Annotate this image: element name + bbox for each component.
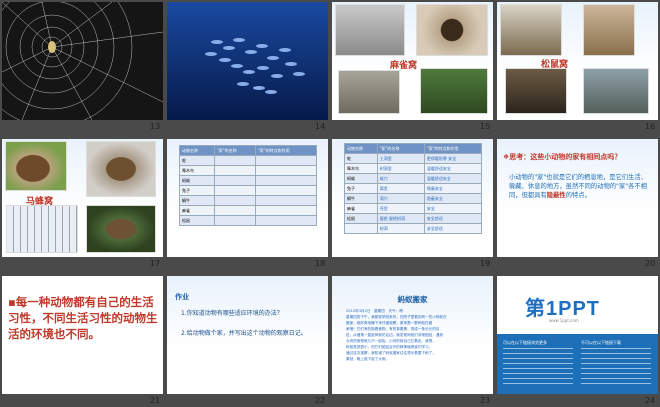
slide-number: 20 (645, 259, 656, 268)
homework-title: 作业 (175, 293, 189, 301)
table-cell: 麻雀 (344, 203, 378, 214)
slide-thumbnail-18[interactable]: 动物名称 "家"的名称 "家"的特点和作用 蛇 啄木鸟 蚂蚁 兔子 蜗牛 麻雀 … (167, 139, 328, 257)
diary-line: 果然，晚上就下起了大雨。 (346, 357, 390, 361)
slide-thumbnail-23[interactable]: 蚂蚁搬家 2010年3月2日 星期四 天气：晴 星期四的下午，我刚放学回来时，在… (332, 276, 493, 394)
links-right-list (581, 348, 651, 388)
slide-thumbnail-22[interactable]: 作业 1.你知道动物有哪些适应环境的办法？ 2.给动物做个家，并写出这个动物的观… (167, 276, 328, 394)
table-cell: 树洞 (376, 223, 425, 234)
slide-number: 13 (150, 122, 161, 131)
table-cell: 蛇 (179, 155, 215, 166)
answer-emphasis: 隐蔽性 (546, 192, 566, 199)
table-cell: 蜗牛 (179, 195, 215, 206)
sparrow-photo (338, 70, 400, 114)
table-cell: 松鼠 (179, 215, 215, 226)
slide-thumbnail-20[interactable]: ❖思考：这些小动物的家有相同点吗？ 小动物的"家"也就是它们的栖息地，是它们生活… (497, 139, 658, 257)
table-cell: 窝里 (376, 183, 425, 194)
brand-text: 第1PPT (525, 298, 601, 320)
table-cell: 洞穴 (376, 193, 425, 204)
squirrel-nest-photo (500, 4, 562, 56)
homework-q1: 1.你知道动物有哪些适应环境的办法？ (181, 310, 283, 317)
squirrel-hole-photo (583, 4, 635, 56)
slide-thumbnail-24[interactable]: 第1PPT www.1ppt.com 可以在以下链接浏览更多 不可以在以下链接下… (497, 276, 658, 394)
slide-number: 15 (480, 122, 491, 131)
slide-number: 17 (150, 259, 161, 268)
table-cell (344, 223, 378, 234)
think-answer: 小动物的"家"也就是它们的栖息地，是它们生活、躲藏、休息的地方，虽然不同的动物的… (509, 173, 653, 200)
conclusion-text: ▪每一种动物都有自己的生活习性，不同生活习性的动物生活的环境也不同。 (8, 294, 158, 342)
slide-number: 14 (315, 122, 326, 131)
habitat-table-filled: 动物名称 "家"的名称 "家"的特点和作用 蛇土洞里 更保暖防寒 安全 啄木鸟 树洞… (344, 143, 483, 234)
hornet-nest-photo-3 (86, 205, 156, 253)
spider-web-photo (2, 2, 163, 120)
brand-logo: 第1PPT (525, 292, 629, 320)
table-cell: 蚂蚁 (179, 175, 215, 186)
table-header: "家"的特点和作用 (423, 143, 483, 154)
hornet-nest-photo-1 (5, 141, 67, 191)
table-cell: 隐蔽安全 (423, 193, 483, 204)
links-right-label[interactable]: 不可以在以下链接下载 (581, 340, 621, 346)
slide-number: 18 (315, 259, 326, 268)
slide-thumbnail-21[interactable]: ▪每一种动物都有自己的生活习性，不同生活习性的动物生活的环境也不同。 (2, 276, 163, 394)
slide-number: 23 (480, 396, 491, 405)
brand-url: www.1ppt.com (549, 318, 579, 323)
hornet-nest-photo-2 (86, 141, 156, 197)
slide-thumbnail-14[interactable] (167, 2, 328, 120)
table-header: "家"的特点和作用 (254, 145, 318, 156)
table-cell: 蛇 (344, 153, 378, 164)
slide-thumbnail-19[interactable]: 动物名称 "家"的名称 "家"的特点和作用 蛇土洞里 更保暖防寒 安全 啄木鸟 树洞… (332, 139, 493, 257)
table-cell: 温暖舒适安全 (423, 163, 483, 174)
slide-number: 24 (645, 396, 656, 405)
slide-number: 21 (150, 396, 161, 405)
nest-hole-photo (416, 4, 488, 56)
slide-thumbnail-13[interactable] (2, 2, 163, 120)
table-cell: 树洞里 (376, 163, 425, 174)
bullet-icon: ▪ (8, 295, 16, 309)
footer-panel: 可以在以下链接浏览更多 不可以在以下链接下载 (497, 334, 658, 394)
slide-number: 16 (645, 122, 656, 131)
diary-body: 2010年3月2日 星期四 天气：晴 星期四的下午，我刚放学回来时，在院子里看到… (346, 308, 486, 362)
slide-thumbnail-15[interactable]: 麻雀窝 (332, 2, 493, 120)
slide-number: 19 (480, 259, 491, 268)
think-question: ❖思考：这些小动物的家有相同点吗？ (503, 153, 653, 162)
table-header: 动物名称 (344, 143, 378, 154)
table-cell: 兔子 (179, 185, 215, 196)
table-cell: 壳里 (376, 203, 425, 214)
table-cell: 蚁穴 (376, 173, 425, 184)
slide-number: 22 (315, 396, 326, 405)
bird-nest-tree-photo (335, 4, 405, 56)
table-header: 动物名称 (179, 145, 215, 156)
table-header: "家"的名称 (213, 145, 256, 156)
slide-thumbnail-16[interactable]: 松鼠窝 (497, 2, 658, 120)
fish-school-photo (167, 2, 328, 120)
table-cell: 安全舒适 (423, 223, 483, 234)
table-cell: 蜗牛 (344, 193, 378, 204)
diary-title: 蚂蚁搬家 (397, 295, 428, 304)
conclusion-body: 每一种动物都有自己的生活习性，不同生活习性的动物生活的环境也不同。 (8, 295, 158, 341)
homework-q2: 2.给动物做个家，并写出这个动物的观察日记。 (181, 330, 307, 337)
table-cell: 麻雀 (179, 205, 215, 216)
table-cell: 安全舒适 (423, 213, 483, 224)
links-left-label[interactable]: 可以在以下链接浏览更多 (503, 340, 547, 346)
building-photo (6, 205, 78, 253)
table-cell: 啄木鸟 (344, 163, 378, 174)
question-text: 思考：这些小动物的家有相同点吗？ (509, 153, 622, 161)
table-cell: 土洞里 (376, 153, 425, 164)
answer-text-end: 的特点。 (565, 192, 591, 199)
table-header: "家"的名称 (376, 143, 425, 154)
squirrel-photo (505, 68, 567, 114)
table-cell: 温暖舒适安全 (423, 173, 483, 184)
table-cell: 啄木鸟 (179, 165, 215, 176)
table-cell: 隐蔽安全 (423, 183, 483, 194)
table-cell: 屋檐 屋檐树洞 (376, 213, 425, 224)
slide-thumbnail-17[interactable]: 马蜂窝 (2, 139, 163, 257)
table-cell: 蚂蚁 (344, 173, 378, 184)
sparrow-branch-photo (420, 68, 488, 114)
table-cell: 更保暖防寒 安全 (423, 153, 483, 164)
tree-photo (583, 68, 649, 114)
habitat-table-empty: 动物名称 "家"的名称 "家"的特点和作用 蛇 啄木鸟 蚂蚁 兔子 蜗牛 麻雀 … (179, 145, 318, 226)
links-left-list (503, 348, 573, 388)
table-cell: 松鼠 (344, 213, 378, 224)
table-cell: 安全 (423, 203, 483, 214)
table-cell: 兔子 (344, 183, 378, 194)
